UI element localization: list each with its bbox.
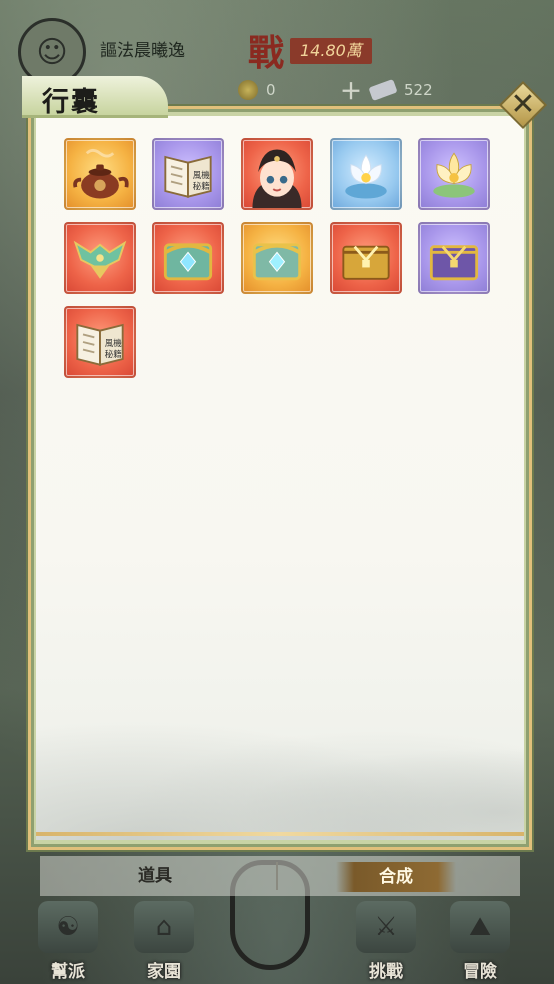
panel-title: 行囊 bbox=[42, 87, 100, 118]
nav-label: 家園 bbox=[147, 962, 181, 982]
home-icon: ⌂ bbox=[134, 901, 194, 953]
power-display: 戰 14.80萬 bbox=[248, 24, 388, 74]
add-resource-button[interactable]: ＋ bbox=[340, 74, 362, 106]
svg-text:風機: 風機 bbox=[105, 338, 123, 349]
power-value: 14.80萬 bbox=[290, 38, 372, 64]
sect-icon: ☯ bbox=[38, 901, 98, 953]
inventory-tab-strip: 道具 合成 bbox=[40, 856, 520, 896]
white-lotus-icon bbox=[345, 154, 387, 199]
teapot-icon bbox=[73, 148, 129, 199]
inventory-item-white-lotus[interactable] bbox=[330, 138, 402, 210]
close-icon: ✕ bbox=[510, 87, 536, 122]
inventory-item-jade-armor[interactable] bbox=[64, 222, 136, 294]
nav-label: 挑戰 bbox=[369, 962, 403, 982]
book-icon: 風機 秘籍 bbox=[76, 323, 124, 366]
inventory-item-jeweled-chest-red[interactable] bbox=[152, 222, 224, 294]
armor-icon bbox=[73, 240, 127, 279]
tab-separator bbox=[276, 862, 278, 890]
jeweled-chest-icon bbox=[252, 243, 302, 281]
inventory-item-teapot[interactable] bbox=[64, 138, 136, 210]
svg-text:風機: 風機 bbox=[193, 170, 211, 181]
inventory-item-treasure-chest-purple[interactable] bbox=[418, 222, 490, 294]
panel-mist-decoration bbox=[36, 700, 524, 840]
inventory-item-skill-book[interactable]: 風機 秘籍 bbox=[152, 138, 224, 210]
inventory-item-golden-lotus[interactable] bbox=[418, 138, 490, 210]
inventory-item-skill-book-red[interactable]: 風機 秘籍 bbox=[64, 306, 136, 378]
inventory-item-jeweled-chest-gold[interactable] bbox=[241, 222, 313, 294]
treasure-chest-icon bbox=[342, 245, 390, 280]
nav-sect[interactable]: ☯ 幫派 bbox=[26, 898, 110, 982]
jeweled-chest-icon bbox=[163, 243, 213, 281]
nav-home[interactable]: ⌂ 家園 bbox=[122, 898, 206, 982]
treasure-chest-icon bbox=[429, 245, 479, 281]
nav-label: 冒險 bbox=[463, 962, 497, 982]
resource-value: 0 bbox=[266, 81, 276, 99]
tab-items[interactable]: 道具 bbox=[100, 856, 210, 896]
golden-lotus-icon bbox=[433, 152, 475, 198]
nav-adventure[interactable]: ⛰ 冒險 bbox=[438, 898, 522, 982]
gem-icon bbox=[368, 78, 398, 102]
svg-text:秘籍: 秘籍 bbox=[193, 181, 210, 192]
resource-value: 522 bbox=[404, 81, 433, 99]
character-portrait-icon bbox=[252, 149, 302, 208]
player-name: 謳法晨曦逸 bbox=[100, 41, 185, 61]
adventure-icon: ⛰ bbox=[450, 901, 510, 953]
svg-text:秘籍: 秘籍 bbox=[105, 349, 122, 360]
nav-challenge[interactable]: ⚔ 挑戰 bbox=[344, 898, 428, 982]
resource-2: ＋ 522 bbox=[340, 74, 433, 106]
power-label: 戰 bbox=[248, 32, 285, 74]
inventory-item-character-portrait[interactable] bbox=[241, 138, 313, 210]
nav-label: 幫派 bbox=[51, 962, 85, 982]
challenge-icon: ⚔ bbox=[356, 901, 416, 953]
panel-divider bbox=[36, 832, 524, 836]
tab-synthesize[interactable]: 合成 bbox=[336, 862, 456, 892]
coin-icon bbox=[238, 80, 258, 100]
close-button[interactable]: ✕ bbox=[498, 80, 548, 130]
inventory-item-treasure-chest-red[interactable] bbox=[330, 222, 402, 294]
book-icon: 風機 秘籍 bbox=[164, 155, 212, 198]
resource-1: 0 bbox=[238, 76, 276, 104]
